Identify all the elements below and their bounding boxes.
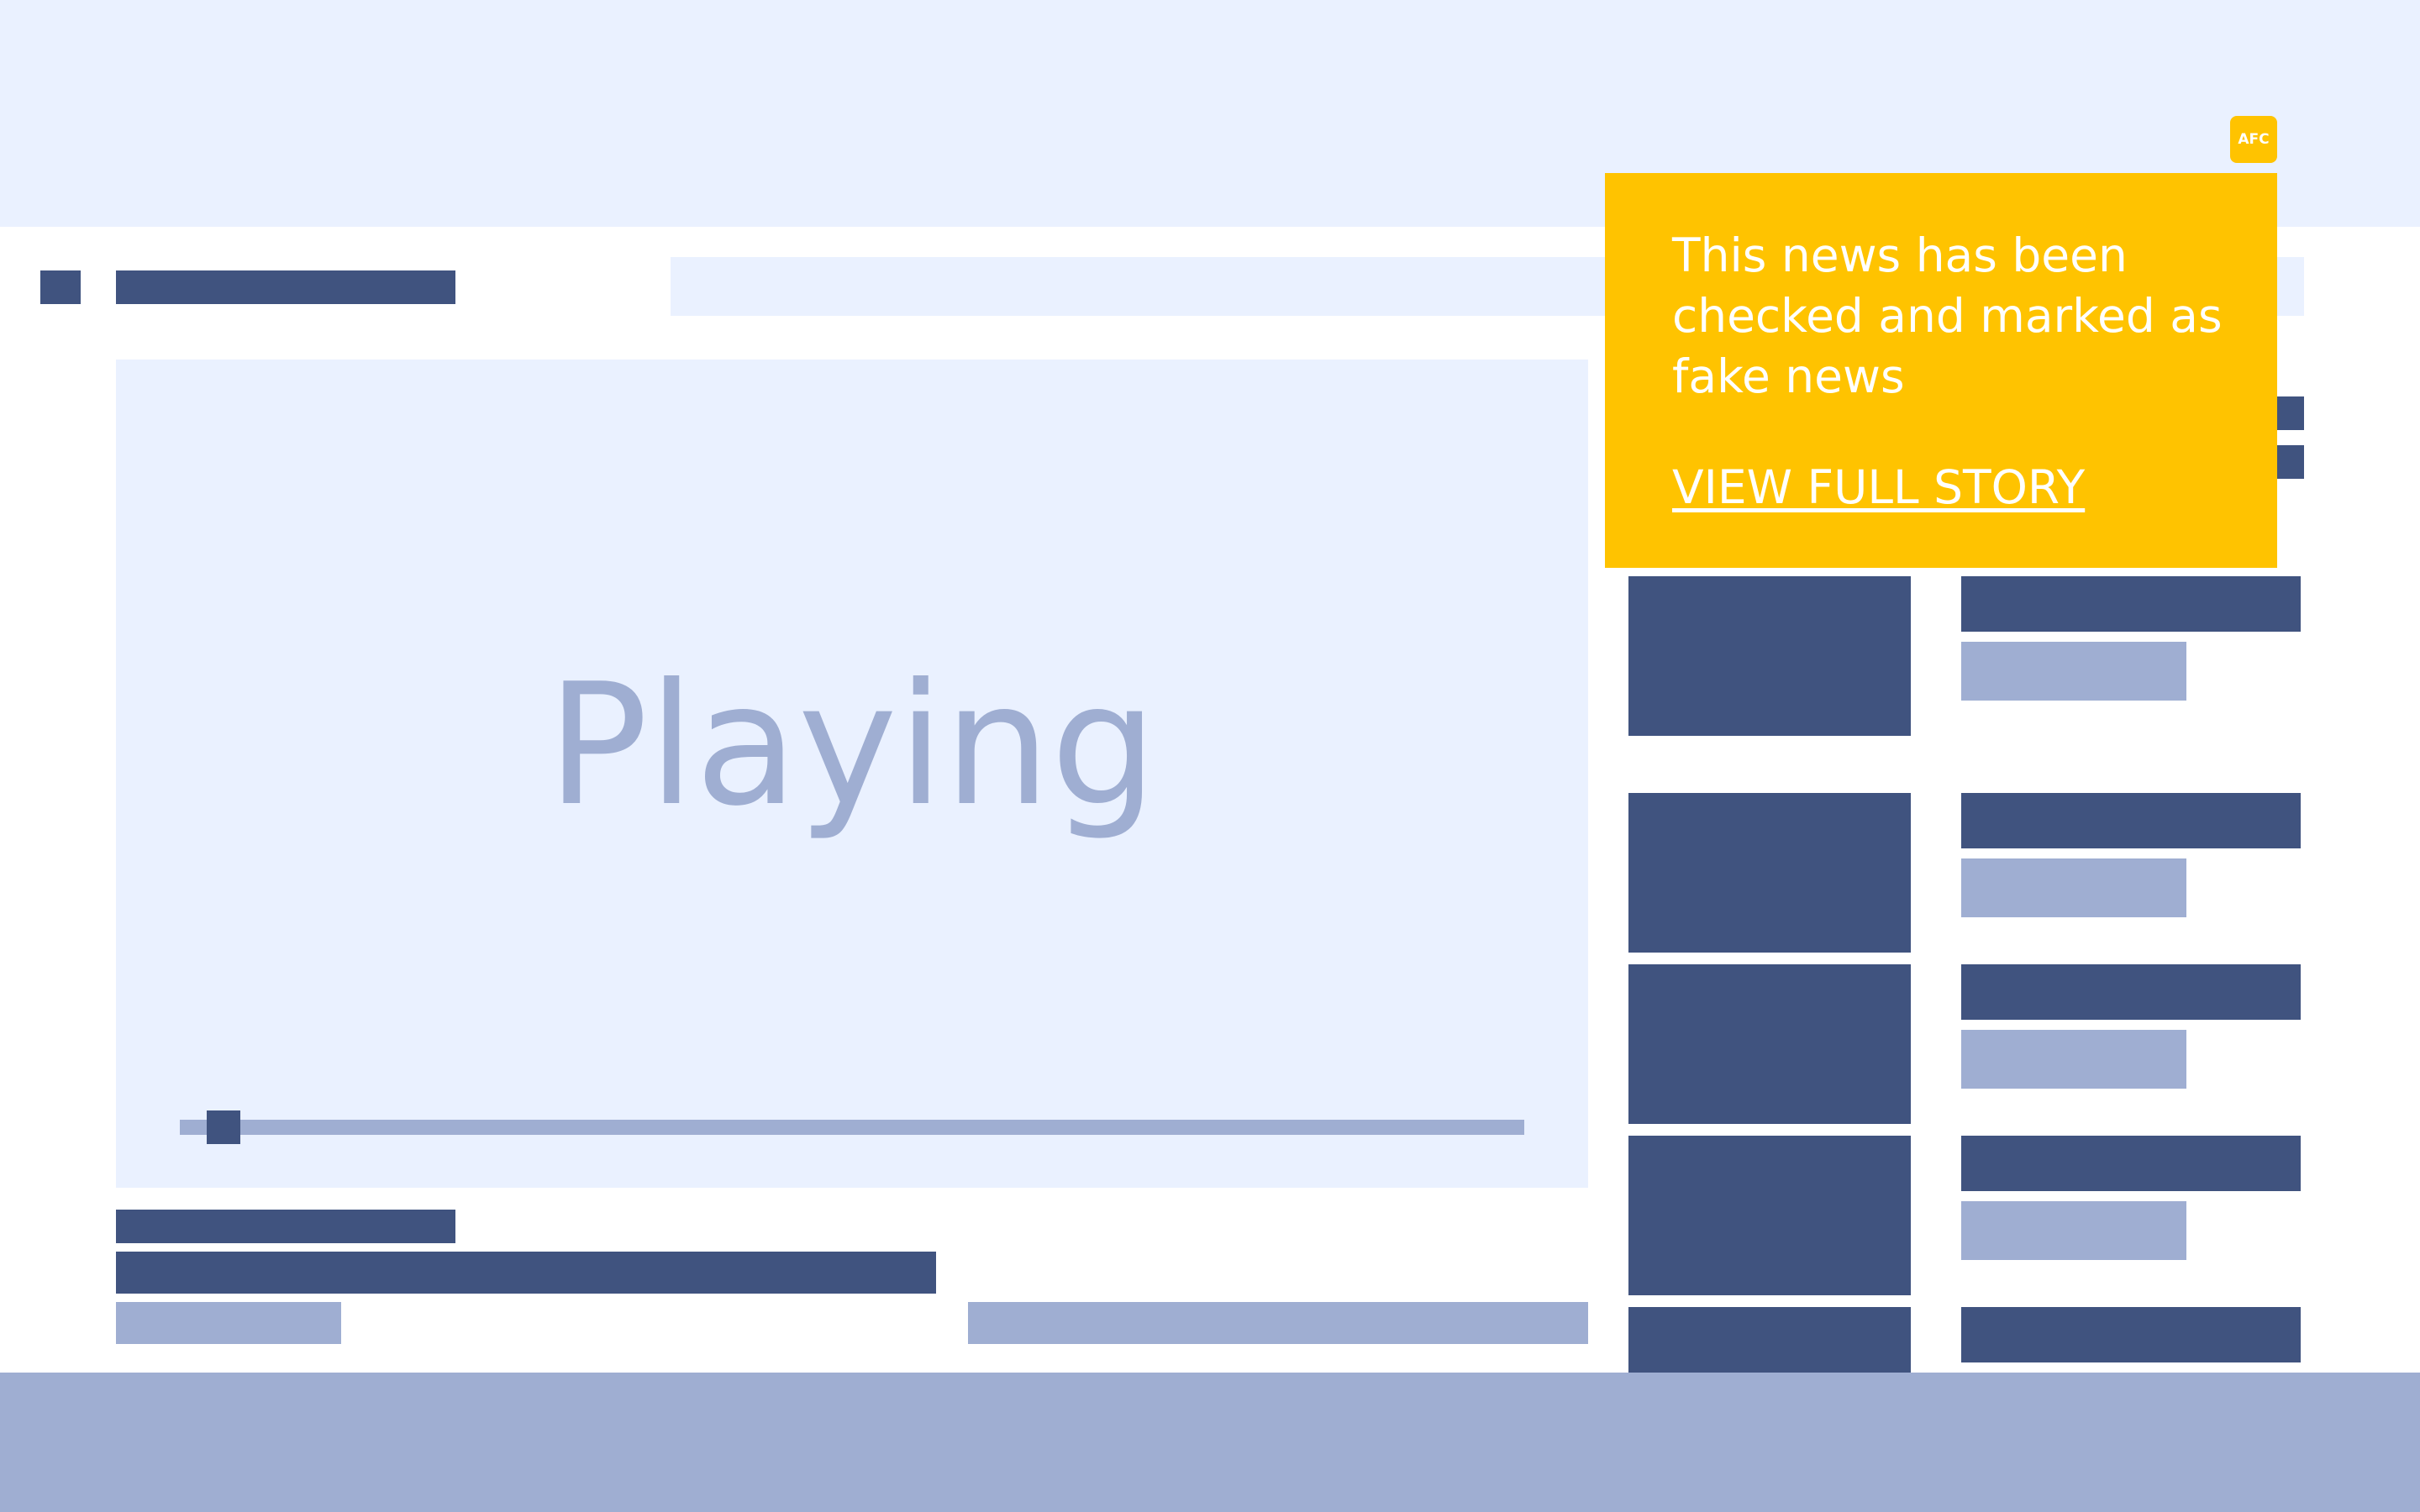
recommendation-title[interactable] bbox=[1961, 1136, 2301, 1191]
video-description-line bbox=[116, 1252, 936, 1294]
recommendation-title[interactable] bbox=[1961, 1307, 2301, 1362]
playback-status-label: Playing bbox=[546, 648, 1158, 843]
recommendation-title[interactable] bbox=[1961, 793, 2301, 848]
video-title-line bbox=[116, 1210, 455, 1243]
fact-check-message: This news has been checked and marked as… bbox=[1672, 228, 2223, 403]
recommendation-thumbnail[interactable] bbox=[1628, 1307, 1911, 1373]
action-bar-placeholder[interactable] bbox=[968, 1302, 1588, 1344]
site-title-placeholder bbox=[116, 270, 455, 304]
recommendation-meta bbox=[1961, 1030, 2186, 1089]
recommendation-thumbnail[interactable] bbox=[1628, 964, 1911, 1124]
logo-placeholder[interactable] bbox=[40, 270, 81, 304]
channel-name-placeholder[interactable] bbox=[116, 1302, 341, 1344]
progress-handle[interactable] bbox=[207, 1110, 240, 1144]
progress-track[interactable] bbox=[180, 1120, 1524, 1135]
recommendation-thumbnail[interactable] bbox=[1628, 1136, 1911, 1295]
view-full-story-link[interactable]: VIEW FULL STORY bbox=[1672, 457, 2085, 517]
recommendation-thumbnail[interactable] bbox=[1628, 576, 1911, 736]
recommendation-meta bbox=[1961, 1201, 2186, 1260]
fact-check-popup: This news has been checked and marked as… bbox=[1605, 173, 2277, 568]
recommendation-title[interactable] bbox=[1961, 964, 2301, 1020]
bottom-band bbox=[0, 1373, 2420, 1512]
recommendation-meta bbox=[1961, 642, 2186, 701]
recommendation-title[interactable] bbox=[1961, 576, 2301, 632]
recommendation-thumbnail[interactable] bbox=[1628, 793, 1911, 953]
recommendation-meta bbox=[1961, 858, 2186, 917]
afc-badge[interactable]: AFC bbox=[2230, 116, 2277, 163]
video-player[interactable]: Playing bbox=[116, 360, 1588, 1188]
